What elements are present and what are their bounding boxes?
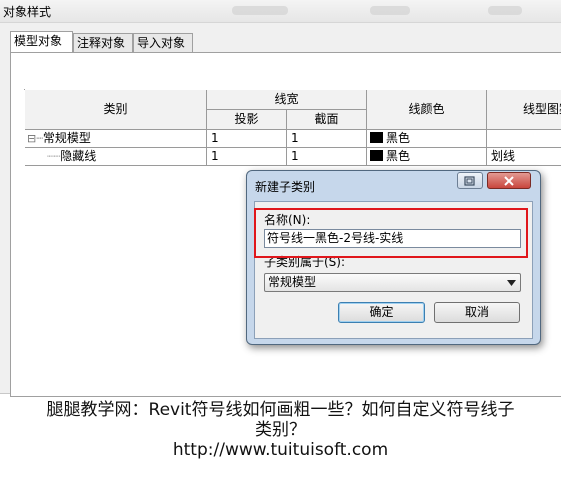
table-row[interactable]: ⊟┈常规模型 [25, 130, 207, 148]
obscured-title-segment [370, 6, 410, 15]
row-line-pattern[interactable]: 划线 [487, 148, 561, 166]
row-line-color[interactable]: 黑色 [367, 130, 487, 148]
caption-line: 类别？ [255, 420, 306, 440]
highlight-frame [254, 208, 528, 258]
tab-model-objects[interactable]: 模型对象 [10, 31, 73, 52]
parent-category-select[interactable]: 常规模型 [264, 273, 521, 292]
caption: 腿腿教学网：Revit符号线如何画粗一些？如何自定义符号线子 类别？ http:… [0, 400, 561, 460]
table-row[interactable]: ┈┈隐藏线 [25, 148, 207, 166]
header-line-weight: 线宽 [207, 90, 367, 110]
chevron-down-icon [507, 280, 516, 286]
header-line-pattern: 线型图案 [487, 90, 561, 130]
ok-button[interactable]: 确定 [338, 302, 425, 323]
row-category: 常规模型 [42, 131, 91, 145]
row-projection[interactable]: 1 [207, 148, 287, 166]
row-cut[interactable]: 1 [287, 130, 367, 148]
window-title-bar: 对象样式 [0, 0, 561, 23]
caption-url: http://www.tuituisoft.com [172, 440, 389, 460]
restore-icon [464, 176, 475, 186]
row-category: 隐藏线 [60, 149, 97, 163]
dialog-title: 新建子类别 [255, 180, 316, 194]
color-swatch [370, 132, 383, 143]
close-icon [504, 176, 514, 186]
window-title: 对象样式 [3, 5, 52, 19]
color-swatch [370, 150, 383, 161]
close-button[interactable] [487, 172, 531, 189]
header-category: 类别 [25, 90, 207, 130]
header-cut: 截面 [287, 110, 367, 130]
row-line-pattern[interactable] [487, 130, 561, 148]
tree-branch: ┈┈ [47, 150, 61, 163]
row-cut[interactable]: 1 [287, 148, 367, 166]
caption-line: 腿腿教学网：Revit符号线如何画粗一些？如何自定义符号线子 [46, 400, 515, 420]
cancel-button[interactable]: 取消 [434, 302, 520, 323]
restore-button[interactable] [457, 172, 483, 189]
row-line-color[interactable]: 黑色 [367, 148, 487, 166]
row-projection[interactable]: 1 [207, 130, 287, 148]
obscured-title-segment [488, 6, 522, 15]
object-styles-table: 类别 线宽 投影 截面 线颜色 线型图案 ⊟┈常规模型 1 1 黑色 ┈┈隐藏线… [24, 89, 561, 166]
header-line-color: 线颜色 [367, 90, 487, 130]
obscured-title-segment [232, 6, 288, 15]
header-projection: 投影 [207, 110, 287, 130]
tab-import-objects[interactable]: 导入对象 [133, 33, 193, 52]
tab-annotation-objects[interactable]: 注释对象 [73, 33, 133, 52]
tree-collapse-icon[interactable]: ⊟┈ [27, 132, 43, 145]
